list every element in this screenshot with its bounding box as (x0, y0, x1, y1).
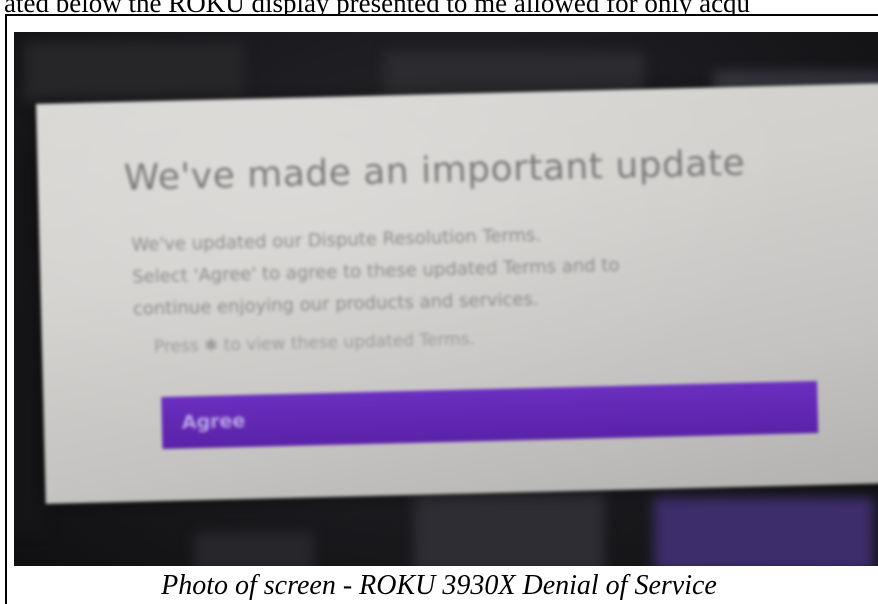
view-terms-hint: Press ✱ to view these updated Terms. (153, 329, 476, 358)
purple-channel-tile (654, 497, 874, 566)
update-dialog: We've made an important update We've upd… (36, 83, 878, 504)
dialog-body: We've updated our Dispute Resolution Ter… (131, 213, 813, 326)
background-tile (24, 42, 244, 102)
roku-channel-tile (414, 492, 604, 566)
background-tile (194, 532, 314, 566)
tv-screen-photo: We've made an important update We've upd… (14, 32, 878, 566)
agree-button[interactable]: Agree (161, 381, 819, 450)
photo-caption: Photo of screen - ROKU 3930X Denial of S… (161, 570, 717, 601)
dialog-title: We've made an important update (123, 142, 746, 199)
